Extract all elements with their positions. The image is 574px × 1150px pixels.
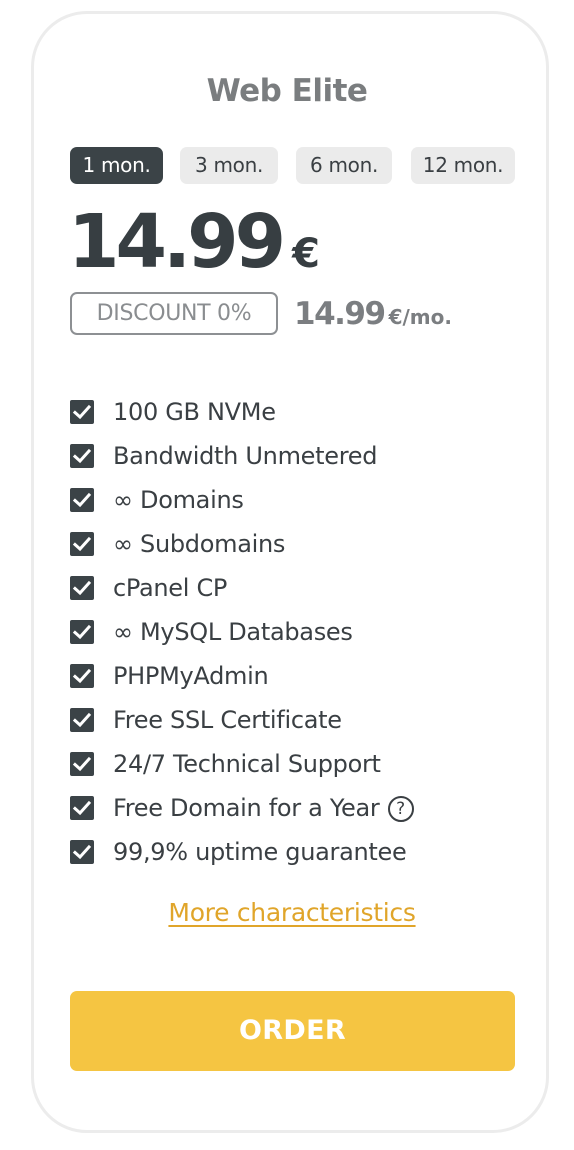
billing-period-tabs: 1 mon. 3 mon. 6 mon. 12 mon. <box>70 147 515 184</box>
price: 14.99 € <box>68 196 320 288</box>
feature-item: cPanel CP <box>70 568 490 612</box>
checkbox-checked-icon <box>70 840 94 864</box>
monthly-price: 14.99 €/mo. <box>294 296 452 332</box>
feature-label: Bandwidth Unmetered <box>113 442 378 470</box>
checkbox-checked-icon <box>70 444 94 468</box>
feature-item: Bandwidth Unmetered <box>70 436 490 480</box>
more-characteristics-link[interactable]: More characteristics <box>168 898 415 927</box>
checkbox-checked-icon <box>70 796 94 820</box>
period-tab-6-months[interactable]: 6 mon. <box>296 147 392 184</box>
monthly-price-amount: 14.99 <box>294 296 386 332</box>
checkbox-checked-icon <box>70 708 94 732</box>
feature-label: Free Domain for a Year <box>113 794 380 822</box>
checkbox-checked-icon <box>70 400 94 424</box>
order-button[interactable]: ORDER <box>70 991 515 1071</box>
feature-label-with-help: Free Domain for a Year? <box>113 794 414 822</box>
period-tab-12-months[interactable]: 12 mon. <box>411 147 515 184</box>
checkbox-checked-icon <box>70 664 94 688</box>
feature-label: 24/7 Technical Support <box>113 750 381 778</box>
question-mark-icon[interactable]: ? <box>387 796 414 822</box>
feature-label: ∞ Domains <box>113 486 244 514</box>
feature-label: ∞ MySQL Databases <box>113 618 353 646</box>
feature-label: 100 GB NVMe <box>113 398 276 426</box>
more-characteristics-container: More characteristics <box>0 898 574 927</box>
monthly-price-unit: €/mo. <box>388 305 452 329</box>
feature-item: 100 GB NVMe <box>70 392 490 436</box>
price-amount: 14.99 <box>68 199 286 285</box>
checkbox-checked-icon <box>70 620 94 644</box>
feature-list: 100 GB NVMe Bandwidth Unmetered ∞ Domain… <box>70 392 490 876</box>
feature-label: ∞ Subdomains <box>113 530 286 558</box>
feature-item: ∞ Domains <box>70 480 490 524</box>
price-currency: € <box>292 231 320 277</box>
feature-label: cPanel CP <box>113 574 228 602</box>
feature-item: ∞ MySQL Databases <box>70 612 490 656</box>
feature-label: PHPMyAdmin <box>113 662 269 690</box>
feature-item: Free Domain for a Year? <box>70 788 490 832</box>
period-tab-1-month[interactable]: 1 mon. <box>70 147 163 184</box>
period-tab-3-months[interactable]: 3 mon. <box>180 147 278 184</box>
discount-badge: DISCOUNT 0% <box>70 292 278 335</box>
feature-item: 24/7 Technical Support <box>70 744 490 788</box>
feature-item: Free SSL Certificate <box>70 700 490 744</box>
checkbox-checked-icon <box>70 532 94 556</box>
checkbox-checked-icon <box>70 488 94 512</box>
checkbox-checked-icon <box>70 576 94 600</box>
plan-title: Web Elite <box>206 73 368 109</box>
feature-label: Free SSL Certificate <box>113 706 342 734</box>
feature-item: PHPMyAdmin <box>70 656 490 700</box>
checkbox-checked-icon <box>70 752 94 776</box>
feature-item: ∞ Subdomains <box>70 524 490 568</box>
feature-item: 99,9% uptime guarantee <box>70 832 490 876</box>
feature-label: 99,9% uptime guarantee <box>113 838 407 866</box>
